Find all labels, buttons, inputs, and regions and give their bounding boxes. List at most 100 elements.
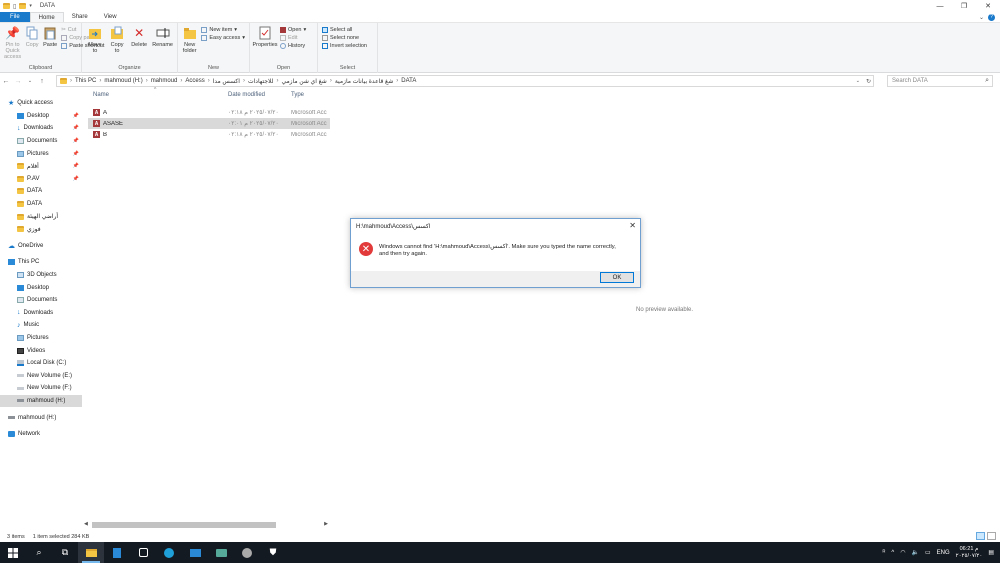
column-header-type[interactable]: Type (291, 92, 304, 102)
large-icons-view-icon[interactable] (987, 532, 996, 540)
scroll-right-icon[interactable]: ▶ (324, 521, 328, 527)
up-arrow-icon[interactable]: ↑ (36, 78, 48, 85)
tab-file[interactable]: File (0, 12, 30, 22)
start-button[interactable] (0, 542, 26, 563)
address-bar[interactable]: › This PC › mahmoud (H:) › mahmoud › Acc… (56, 75, 874, 87)
tab-view[interactable]: View (96, 12, 125, 22)
people-icon[interactable]: ᴿ (883, 550, 886, 556)
nav-pc-music[interactable]: ♪ Music (0, 319, 82, 332)
nav-pc-volume-f[interactable]: New Volume (F:) (0, 382, 82, 395)
column-header-date[interactable]: Date modified (228, 92, 265, 102)
notifications-icon[interactable]: ▤ (988, 549, 994, 556)
nav-quick-pictures[interactable]: Pictures 📌 (0, 147, 82, 160)
breadcrumb-level-8[interactable]: شغ قاعدة بيانات مازمية (335, 78, 393, 85)
breadcrumb-level-6[interactable]: للاجتهادات (248, 78, 274, 85)
photos-taskbar-icon[interactable] (208, 542, 234, 563)
nav-quick-pav[interactable]: P.AV 📌 (0, 173, 82, 186)
nav-quick-aradi[interactable]: أراضي الهيئة (0, 210, 82, 223)
search-taskbar-icon[interactable]: ⌕ (26, 542, 52, 563)
nav-quick-access[interactable]: ★ Quick access (0, 97, 82, 110)
breadcrumb-this-pc[interactable]: This PC (75, 78, 96, 84)
address-dropdown-icon[interactable]: ⌄ (856, 78, 860, 84)
file-explorer-taskbar-icon[interactable] (78, 542, 104, 563)
nav-pc-videos[interactable]: Videos (0, 344, 82, 357)
breadcrumb-level-7[interactable]: شغ اي شن مازمي (281, 78, 326, 85)
maximize-button[interactable]: ❐ (952, 0, 976, 12)
search-input[interactable]: Search DATA (892, 78, 928, 84)
task-view-icon[interactable]: ⧉ (52, 542, 78, 563)
search-box[interactable]: Search DATA ⌕ (887, 75, 993, 87)
breadcrumb-level-5[interactable]: اكسس مدا (213, 78, 240, 85)
properties-qa-icon[interactable]: ▯ (13, 3, 16, 10)
nav-pc-volume-e[interactable]: New Volume (E:) (0, 369, 82, 382)
nav-onedrive[interactable]: ☁ OneDrive (0, 240, 82, 253)
nav-pc-mahmoud-h[interactable]: mahmoud (H:) (0, 394, 82, 408)
recent-locations-icon[interactable]: ⌄ (24, 78, 36, 84)
edit-button[interactable]: Edit (280, 35, 306, 41)
mail-taskbar-icon[interactable] (182, 542, 208, 563)
language-indicator[interactable]: ENG (937, 550, 950, 556)
drive-icon (17, 386, 24, 390)
history-button[interactable]: History (280, 43, 306, 49)
nav-pc-3d-objects[interactable]: 3D Objects (0, 269, 82, 282)
new-folder-qa-icon[interactable] (19, 3, 27, 9)
nav-quick-data-1[interactable]: DATA (0, 185, 82, 198)
tab-share[interactable]: Share (64, 12, 96, 22)
tab-home[interactable]: Home (29, 12, 64, 22)
breadcrumb-data[interactable]: DATA (401, 78, 416, 84)
back-arrow-icon[interactable]: ← (0, 78, 12, 85)
nav-quick-desktop[interactable]: Desktop 📌 (0, 110, 82, 123)
file-row[interactable]: A B ٢٠٢٥/٠٧/٢٠ م ٠٢:١٨ Microsoft Acc (88, 129, 330, 140)
nav-quick-downloads[interactable]: ↓ Downloads 📌 (0, 122, 82, 135)
breadcrumb-access[interactable]: Access (185, 78, 204, 84)
nav-pc-pictures[interactable]: Pictures (0, 332, 82, 345)
nav-pc-local-disk-c[interactable]: Local Disk (C:) (0, 357, 82, 370)
open-button[interactable]: Open ▾ (280, 27, 306, 33)
nav-quick-documents[interactable]: Documents 📌 (0, 135, 82, 148)
search-icon[interactable]: ⌕ (985, 77, 989, 85)
scrollbar-thumb[interactable] (92, 522, 276, 528)
dialog-close-icon[interactable]: ✕ (629, 221, 636, 230)
refresh-icon[interactable]: ↻ (866, 78, 871, 85)
breadcrumb-mahmoud[interactable]: mahmoud (151, 78, 178, 84)
nav-quick-data-2[interactable]: DATA (0, 198, 82, 211)
show-hidden-icons-icon[interactable]: ^ (891, 550, 894, 556)
nav-network[interactable]: Network (0, 428, 82, 441)
select-all-button[interactable]: Select all (322, 27, 367, 33)
forward-arrow-icon[interactable]: → (12, 78, 24, 85)
breadcrumb-drive[interactable]: mahmoud (H:) (104, 78, 142, 84)
battery-icon[interactable]: ▭ (925, 549, 931, 556)
calculator-taskbar-icon[interactable] (104, 542, 130, 563)
edge-taskbar-icon[interactable] (156, 542, 182, 563)
expand-ribbon-icon[interactable]: ⌄ (979, 14, 984, 21)
volume-icon[interactable]: 🔈 (911, 549, 918, 556)
clock[interactable]: 06:21 م ٢٠٢٥/٠٧/٢٠ (956, 546, 983, 560)
security-shield-taskbar-icon[interactable]: ⛊ (260, 542, 286, 563)
horizontal-scrollbar[interactable]: ◀ ▶ (84, 521, 328, 529)
help-icon[interactable]: ? (988, 13, 995, 21)
ok-button[interactable]: OK (600, 272, 634, 283)
file-row-selected[interactable]: A ASASE ٢٠٢٥/٠٧/٢٠ م ٠٢:٠١ Microsoft Acc (88, 118, 330, 129)
nav-quick-aflam[interactable]: أفلام 📌 (0, 160, 82, 173)
nav-pc-desktop[interactable]: Desktop (0, 281, 82, 294)
column-header-name[interactable]: Name (93, 92, 109, 102)
close-window-button[interactable]: ✕ (976, 0, 1000, 12)
invert-selection-button[interactable]: Invert selection (322, 43, 367, 49)
nav-mahmoud-drive[interactable]: mahmoud (H:) (0, 411, 82, 424)
select-all-icon (322, 27, 328, 33)
wifi-icon[interactable]: ◠ (900, 549, 905, 556)
details-view-icon[interactable] (976, 532, 985, 540)
file-row[interactable]: A A ٢٠٢٥/٠٧/٢٠ م ٠٢:١٨ Microsoft Acc (88, 107, 330, 118)
nav-pc-documents[interactable]: Documents (0, 294, 82, 307)
app-taskbar-icon[interactable] (130, 542, 156, 563)
easy-access-button[interactable]: Easy access ▾ (201, 35, 245, 41)
customize-qa-icon[interactable]: ▾ (29, 3, 32, 9)
minimize-button[interactable]: — (928, 0, 952, 12)
nav-pc-downloads[interactable]: ↓ Downloads (0, 307, 82, 320)
select-none-button[interactable]: Select none (322, 35, 367, 41)
new-item-button[interactable]: New item ▾ (201, 27, 245, 33)
media-taskbar-icon[interactable] (234, 542, 260, 563)
nav-quick-fawzy[interactable]: فوزي (0, 223, 82, 236)
nav-this-pc[interactable]: This PC (0, 256, 82, 269)
scroll-left-icon[interactable]: ◀ (84, 521, 88, 527)
